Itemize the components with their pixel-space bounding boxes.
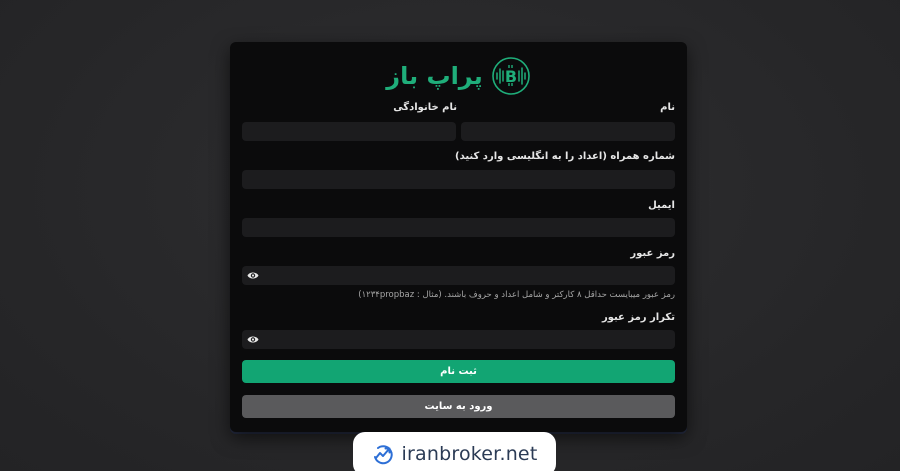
brand-logo: پراپ باز B: [230, 56, 687, 96]
last-name-field[interactable]: [242, 122, 456, 144]
password-confirm-label: تکرار رمز عبور: [601, 312, 675, 323]
email-label: ایمیل: [648, 200, 675, 211]
brand-name: پراپ باز: [386, 62, 483, 90]
watermark-text: iranbroker.net: [401, 443, 538, 465]
mobile-field[interactable]: [242, 170, 675, 192]
eye-icon[interactable]: [247, 334, 259, 345]
bitcoin-logo-icon: B: [491, 57, 530, 95]
eye-icon[interactable]: [247, 270, 259, 281]
password-confirm-input[interactable]: [242, 333, 675, 352]
first-name-field[interactable]: [461, 122, 675, 144]
password-field[interactable]: [242, 266, 675, 288]
mobile-label: شماره همراه (اعداد را به انگلیسی وارد کن…: [455, 151, 675, 162]
first-name-label: نام: [660, 102, 675, 113]
page-background: پراپ باز B نام نام خانوادگی شماره همراه …: [0, 0, 900, 471]
registration-card: پراپ باز B نام نام خانوادگی شماره همراه …: [230, 42, 687, 432]
password-label: رمز عبور: [630, 248, 675, 259]
login-button[interactable]: ورود به سایت: [242, 395, 675, 418]
last-name-label: نام خانوادگی: [393, 102, 457, 113]
email-field[interactable]: [242, 218, 675, 240]
mobile-input[interactable]: [242, 173, 675, 192]
first-name-input[interactable]: [461, 125, 675, 144]
watermark-badge: iranbroker.net: [353, 432, 556, 471]
password-input[interactable]: [242, 269, 675, 288]
password-confirm-field[interactable]: [242, 330, 675, 352]
register-button[interactable]: ثبت نام: [242, 360, 675, 383]
svg-text:B: B: [505, 67, 517, 86]
chart-trend-icon: [373, 445, 393, 465]
password-hint: رمز عبور میبایست حداقل ۸ کارکتر و شامل ا…: [358, 290, 675, 300]
email-input[interactable]: [242, 221, 675, 240]
last-name-input[interactable]: [242, 125, 456, 144]
